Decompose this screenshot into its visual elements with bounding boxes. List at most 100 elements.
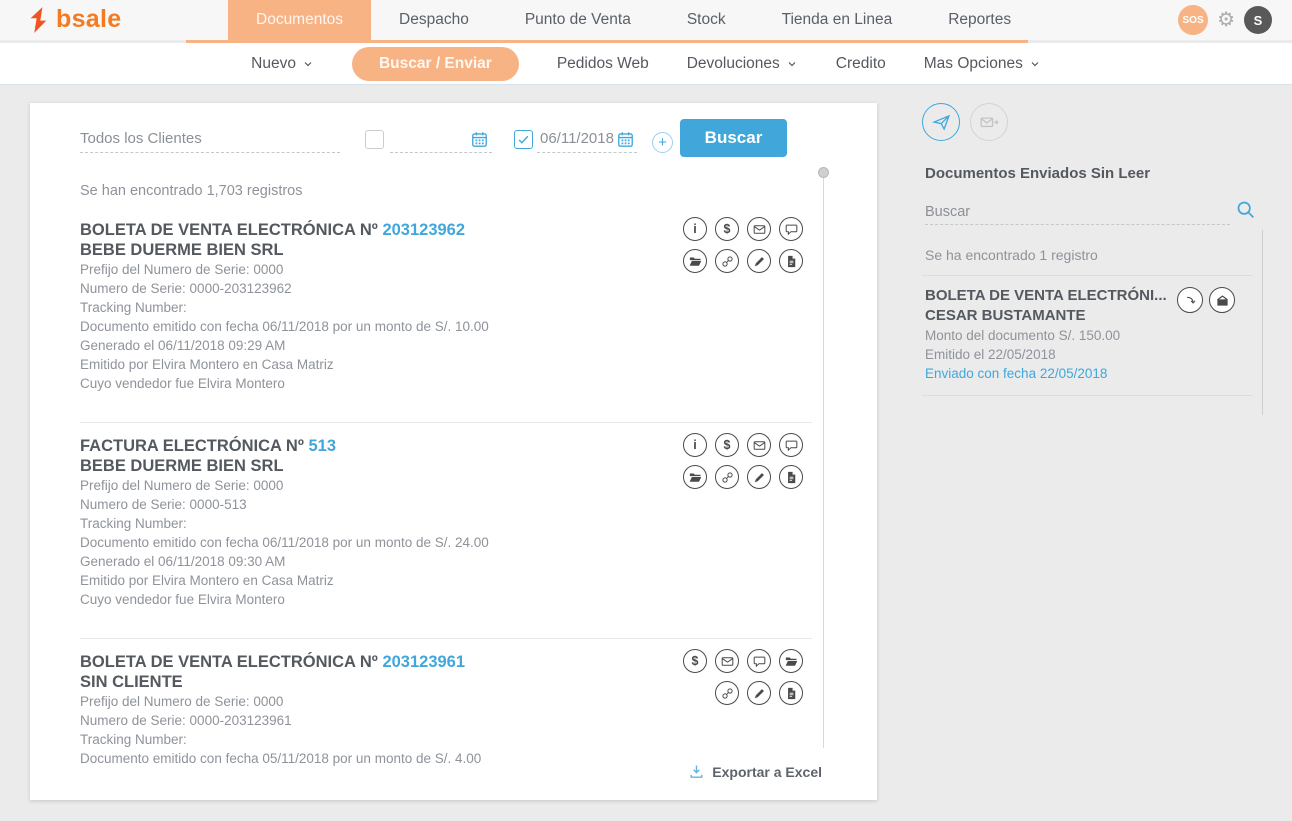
subnav-buscar-enviar[interactable]: Buscar / Enviar: [352, 47, 519, 81]
link-icon[interactable]: [715, 249, 739, 273]
resend-arrow-icon[interactable]: [1177, 287, 1203, 313]
detail-line: Tracking Number:: [80, 514, 812, 533]
sent-document-row: BOLETA DE VENTA ELECTRÓNI... CESAR BUSTA…: [925, 286, 1255, 383]
subnav-nuevo[interactable]: Nuevo: [251, 55, 314, 73]
subnav-devoluciones[interactable]: Devoluciones: [687, 55, 798, 73]
detail-line: Cuyo vendedor fue Elvira Montero: [80, 590, 812, 609]
document-icon[interactable]: [779, 465, 803, 489]
document-actions: i $: [683, 217, 803, 273]
comment-icon[interactable]: [779, 433, 803, 457]
download-icon: [688, 763, 705, 780]
document-number-link[interactable]: 203123962: [382, 221, 465, 239]
paper-plane-icon: [931, 112, 952, 133]
link-icon[interactable]: [715, 681, 739, 705]
email-icon[interactable]: [715, 649, 739, 673]
detail-line: Numero de Serie: 0000-203123961: [80, 711, 812, 730]
email-icon[interactable]: [747, 217, 771, 241]
panel-search-input[interactable]: [925, 199, 1230, 225]
document-row: BOLETA DE VENTA ELECTRÓNICA Nº 203123962…: [80, 207, 812, 423]
scrollbar-track[interactable]: [823, 170, 824, 748]
folder-icon[interactable]: [683, 249, 707, 273]
detail-line: Numero de Serie: 0000-513: [80, 495, 812, 514]
divider: [922, 395, 1252, 396]
payment-icon[interactable]: $: [683, 649, 707, 673]
pencil-icon[interactable]: [747, 249, 771, 273]
user-avatar[interactable]: S: [1244, 6, 1272, 34]
forwarded-mail-tab[interactable]: [970, 103, 1008, 141]
search-icon[interactable]: [1235, 199, 1256, 220]
main-navigation: Documentos Despacho Punto de Venta Stock…: [228, 0, 1039, 40]
link-icon[interactable]: [715, 465, 739, 489]
tab-tienda-en-linea[interactable]: Tienda en Linea: [754, 0, 921, 40]
detail-line: Emitido por Elvira Montero en Casa Matri…: [80, 355, 812, 374]
detail-line: Tracking Number:: [80, 298, 812, 317]
date-to-checkbox[interactable]: [514, 130, 533, 149]
detail-line: Numero de Serie: 0000-203123962: [80, 279, 812, 298]
date-from-checkbox[interactable]: [365, 130, 384, 149]
documents-sub-navigation: Nuevo Buscar / Enviar Pedidos Web Devolu…: [0, 43, 1292, 85]
client-filter-input[interactable]: Todos los Clientes: [80, 126, 340, 153]
top-nav-bar: bsale Documentos Despacho Punto de Venta…: [0, 0, 1292, 40]
detail-line: Documento emitido con fecha 06/11/2018 p…: [80, 317, 812, 336]
sos-badge[interactable]: SOS: [1178, 5, 1208, 35]
comment-icon[interactable]: [779, 217, 803, 241]
tab-punto-de-venta[interactable]: Punto de Venta: [497, 0, 659, 40]
mail-forward-icon: [979, 112, 1000, 133]
document-icon[interactable]: [779, 681, 803, 705]
document-icon[interactable]: [779, 249, 803, 273]
chevron-down-icon: [786, 58, 798, 70]
sent-document-client: CESAR BUSTAMANTE: [925, 306, 1255, 326]
add-filter-button[interactable]: +: [652, 132, 673, 153]
document-actions: $: [683, 649, 803, 705]
chevron-down-icon: [1029, 58, 1041, 70]
document-number-link[interactable]: 203123961: [382, 653, 465, 671]
detail-line: Emitido el 22/05/2018: [925, 345, 1255, 364]
logo-text: bsale: [56, 5, 121, 34]
pencil-icon[interactable]: [747, 681, 771, 705]
email-icon[interactable]: [747, 433, 771, 457]
sent-documents-tab[interactable]: [922, 103, 960, 141]
tab-reportes[interactable]: Reportes: [920, 0, 1039, 40]
check-icon: [517, 133, 530, 146]
calendar-icon[interactable]: [616, 130, 635, 149]
documents-search-panel: Todos los Clientes 06/11/2018 + Buscar S…: [30, 103, 877, 800]
subnav-credito[interactable]: Credito: [836, 55, 886, 73]
info-icon[interactable]: i: [683, 433, 707, 457]
scrollbar-thumb[interactable]: [818, 167, 829, 178]
gear-icon[interactable]: ⚙: [1217, 10, 1235, 30]
panel-results-count: Se ha encontrado 1 registro: [925, 247, 1098, 263]
top-right-controls: SOS ⚙ S: [1178, 0, 1272, 40]
bolt-icon: [26, 6, 52, 34]
payment-icon[interactable]: $: [715, 433, 739, 457]
detail-line: Cuyo vendedor fue Elvira Montero: [80, 374, 812, 393]
document-row: FACTURA ELECTRÓNICA Nº 513 BEBE DUERME B…: [80, 423, 812, 639]
document-list: BOLETA DE VENTA ELECTRÓNICA Nº 203123962…: [80, 207, 812, 797]
sent-date-link[interactable]: Enviado con fecha 22/05/2018: [925, 366, 1107, 381]
open-mail-icon[interactable]: [1209, 287, 1235, 313]
panel-scrollbar-track[interactable]: [1262, 230, 1263, 415]
panel-heading: Documentos Enviados Sin Leer: [925, 165, 1150, 182]
chevron-down-icon: [302, 58, 314, 70]
subnav-mas-opciones[interactable]: Mas Opciones: [924, 55, 1041, 73]
detail-line: Tracking Number:: [80, 730, 812, 749]
detail-line: Generado el 06/11/2018 09:30 AM: [80, 552, 812, 571]
document-actions: i $: [683, 433, 803, 489]
comment-icon[interactable]: [747, 649, 771, 673]
calendar-icon[interactable]: [470, 130, 489, 149]
folder-icon[interactable]: [683, 465, 707, 489]
export-excel-button[interactable]: Exportar a Excel: [688, 763, 822, 780]
tab-documentos[interactable]: Documentos: [228, 0, 371, 40]
results-count: Se han encontrado 1,703 registros: [80, 183, 302, 199]
document-number-link[interactable]: 513: [308, 437, 336, 455]
bsale-logo[interactable]: bsale: [26, 5, 121, 34]
tab-despacho[interactable]: Despacho: [371, 0, 497, 40]
payment-icon[interactable]: $: [715, 217, 739, 241]
tab-stock[interactable]: Stock: [659, 0, 754, 40]
subnav-pedidos-web[interactable]: Pedidos Web: [557, 55, 649, 73]
pencil-icon[interactable]: [747, 465, 771, 489]
sent-document-title: BOLETA DE VENTA ELECTRÓNI...: [925, 286, 1255, 306]
divider: [922, 275, 1252, 276]
folder-icon[interactable]: [779, 649, 803, 673]
buscar-button[interactable]: Buscar: [680, 119, 787, 157]
info-icon[interactable]: i: [683, 217, 707, 241]
